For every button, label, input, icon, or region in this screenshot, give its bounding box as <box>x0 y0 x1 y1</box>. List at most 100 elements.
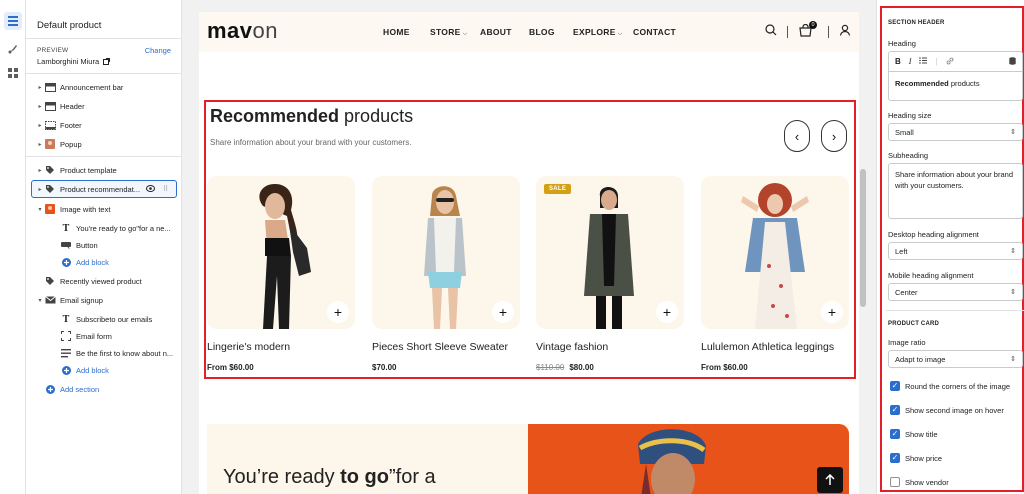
add-to-cart-button[interactable]: + <box>327 301 349 323</box>
expand-caret-icon[interactable]: ▸ <box>36 141 44 148</box>
nav-home[interactable]: HOME <box>383 27 410 37</box>
expand-caret-icon[interactable]: ▸ <box>36 167 44 174</box>
section-image-with-text[interactable]: ▾ Image with text <box>26 200 182 218</box>
product-title[interactable]: Pieces Short Sleeve Sweater <box>372 341 520 353</box>
checkmark-icon: ✓ <box>890 381 900 391</box>
add-block-button[interactable]: Add block <box>26 361 182 379</box>
divider <box>26 73 182 74</box>
list-icon[interactable] <box>919 57 928 66</box>
settings-highlight: SECTION HEADER Heading B I | Recommended… <box>880 6 1024 492</box>
product-card[interactable]: SALE + Vintage fashion $110.00 $80.00 <box>536 176 684 372</box>
section-email-signup[interactable]: ▾ Email signup <box>26 291 182 309</box>
sections-icon[interactable] <box>4 12 22 30</box>
plus-icon: + <box>662 304 672 320</box>
preview-product-name: Lamborghini Miura <box>37 57 100 66</box>
expand-caret-icon[interactable]: ▸ <box>36 103 44 110</box>
add-section-button[interactable]: Add section <box>26 380 182 398</box>
product-title[interactable]: Lingerie's modern <box>207 341 355 353</box>
checkbox-show-price[interactable]: ✓ Show price <box>890 453 942 463</box>
block-paragraph[interactable]: Be the first to know about n... <box>26 344 182 362</box>
collapse-caret-icon[interactable]: ▾ <box>36 206 44 213</box>
image-section-icon <box>44 204 56 214</box>
expand-caret-icon[interactable]: ▸ <box>36 186 44 193</box>
select-arrows-icon: ⇕ <box>1010 248 1016 255</box>
product-image[interactable]: + <box>701 176 849 329</box>
checkbox-show-title[interactable]: ✓ Show title <box>890 429 938 439</box>
product-card[interactable]: + Lingerie's modern From $60.00 <box>207 176 355 372</box>
drag-handle-icon[interactable]: ⠿ <box>163 185 168 193</box>
product-image[interactable]: SALE + <box>536 176 684 329</box>
nav-explore[interactable]: EXPLORE ⌵ <box>573 27 623 38</box>
store-logo[interactable]: mavon <box>207 18 278 44</box>
nav-contact[interactable]: CONTACT <box>633 27 676 37</box>
desktop-alignment-select[interactable]: Left ⇕ <box>888 242 1023 260</box>
database-icon[interactable] <box>1009 56 1016 67</box>
app-blocks-icon[interactable] <box>4 64 22 82</box>
product-card[interactable]: + Lululemon Athletica leggings From $60.… <box>701 176 849 372</box>
section-recently-viewed[interactable]: Recently viewed product <box>26 272 182 290</box>
block-heading[interactable]: T You're ready to go"for a ne... <box>26 219 182 237</box>
block-email-heading[interactable]: T Subscribeto our emails <box>26 310 182 328</box>
theme-editor: Default product PREVIEW Change Lamborghi… <box>0 0 1024 494</box>
recommended-products-section[interactable]: Recommended products Share information a… <box>204 100 856 379</box>
product-title[interactable]: Vintage fashion <box>536 341 684 353</box>
add-to-cart-button[interactable]: + <box>492 301 514 323</box>
section-label: Popup <box>60 139 82 149</box>
banner-image <box>528 424 849 494</box>
mobile-alignment-select[interactable]: Center ⇕ <box>888 283 1023 301</box>
heading-rich-text-editor[interactable]: B I | Recommended products <box>888 51 1023 101</box>
add-block-label: Add block <box>76 257 109 267</box>
heading-size-select[interactable]: Small ⇕ <box>888 123 1023 141</box>
change-preview-link[interactable]: Change <box>145 46 171 55</box>
checkbox-round-corners[interactable]: ✓ Round the corners of the image <box>890 381 1010 391</box>
block-button[interactable]: Button <box>26 236 182 254</box>
preview-scrollbar[interactable] <box>859 12 867 494</box>
section-header-title: SECTION HEADER <box>888 20 945 26</box>
checkbox-label: Round the corners of the image <box>905 381 1011 391</box>
image-ratio-select[interactable]: Adapt to image ⇕ <box>888 350 1023 368</box>
checkbox-show-vendor[interactable]: Show vendor <box>890 477 949 487</box>
italic-icon[interactable]: I <box>909 57 912 66</box>
product-title[interactable]: Lululemon Athletica leggings <box>701 341 849 353</box>
product-image[interactable]: + <box>372 176 520 329</box>
section-footer[interactable]: ▸ Footer <box>26 116 182 134</box>
add-to-cart-button[interactable]: + <box>821 301 843 323</box>
section-header[interactable]: ▸ Header <box>26 97 182 115</box>
expand-caret-icon[interactable]: ▸ <box>36 122 44 129</box>
subheading-textarea[interactable]: Share information about your brand with … <box>888 163 1023 219</box>
nav-blog[interactable]: BLOG <box>529 27 555 37</box>
collapse-caret-icon[interactable]: ▾ <box>36 297 44 304</box>
product-card[interactable]: + Pieces Short Sleeve Sweater $70.00 <box>372 176 520 372</box>
preview-product[interactable]: Lamborghini Miura <box>37 57 111 66</box>
search-icon[interactable] <box>765 24 777 36</box>
checkbox-second-image[interactable]: ✓ Show second image on hover <box>890 405 1004 415</box>
eye-icon[interactable] <box>146 184 156 194</box>
expand-caret-icon[interactable]: ▸ <box>36 84 44 91</box>
add-block-button[interactable]: Add block <box>26 253 182 271</box>
bold-icon[interactable]: B <box>895 57 901 66</box>
block-email-form[interactable]: Email form <box>26 327 182 345</box>
mobile-alignment-value: Center <box>895 287 918 297</box>
product-image[interactable]: + <box>207 176 355 329</box>
next-arrow-button[interactable]: › <box>821 120 847 152</box>
nav-about[interactable]: ABOUT <box>480 27 512 37</box>
image-with-text-section[interactable]: You’re ready to go”for a <box>207 424 849 494</box>
section-popup[interactable]: ▸ Popup <box>26 135 182 153</box>
prev-arrow-button[interactable]: ‹ <box>784 120 810 152</box>
section-product-recommendations[interactable]: ▸ Product recommendat... ⠿ <box>31 180 177 198</box>
section-product-template[interactable]: ▸ Product template <box>26 161 182 179</box>
nav-store[interactable]: STORE ⌵ <box>430 27 468 38</box>
section-settings-panel: SECTION HEADER Heading B I | Recommended… <box>876 0 1024 494</box>
link-icon[interactable] <box>946 57 954 67</box>
heading-value: Recommended products <box>895 79 980 88</box>
scrollbar-thumb[interactable] <box>860 169 866 307</box>
section-label: Footer <box>60 120 82 130</box>
add-to-cart-button[interactable]: + <box>656 301 678 323</box>
tag-icon <box>44 184 56 194</box>
back-to-top-button[interactable] <box>817 467 843 493</box>
section-announcement-bar[interactable]: ▸ Announcement bar <box>26 78 182 96</box>
divider <box>828 26 829 38</box>
theme-settings-icon[interactable] <box>4 40 22 58</box>
checkmark-icon: ✓ <box>890 453 900 463</box>
account-icon[interactable] <box>839 24 851 36</box>
